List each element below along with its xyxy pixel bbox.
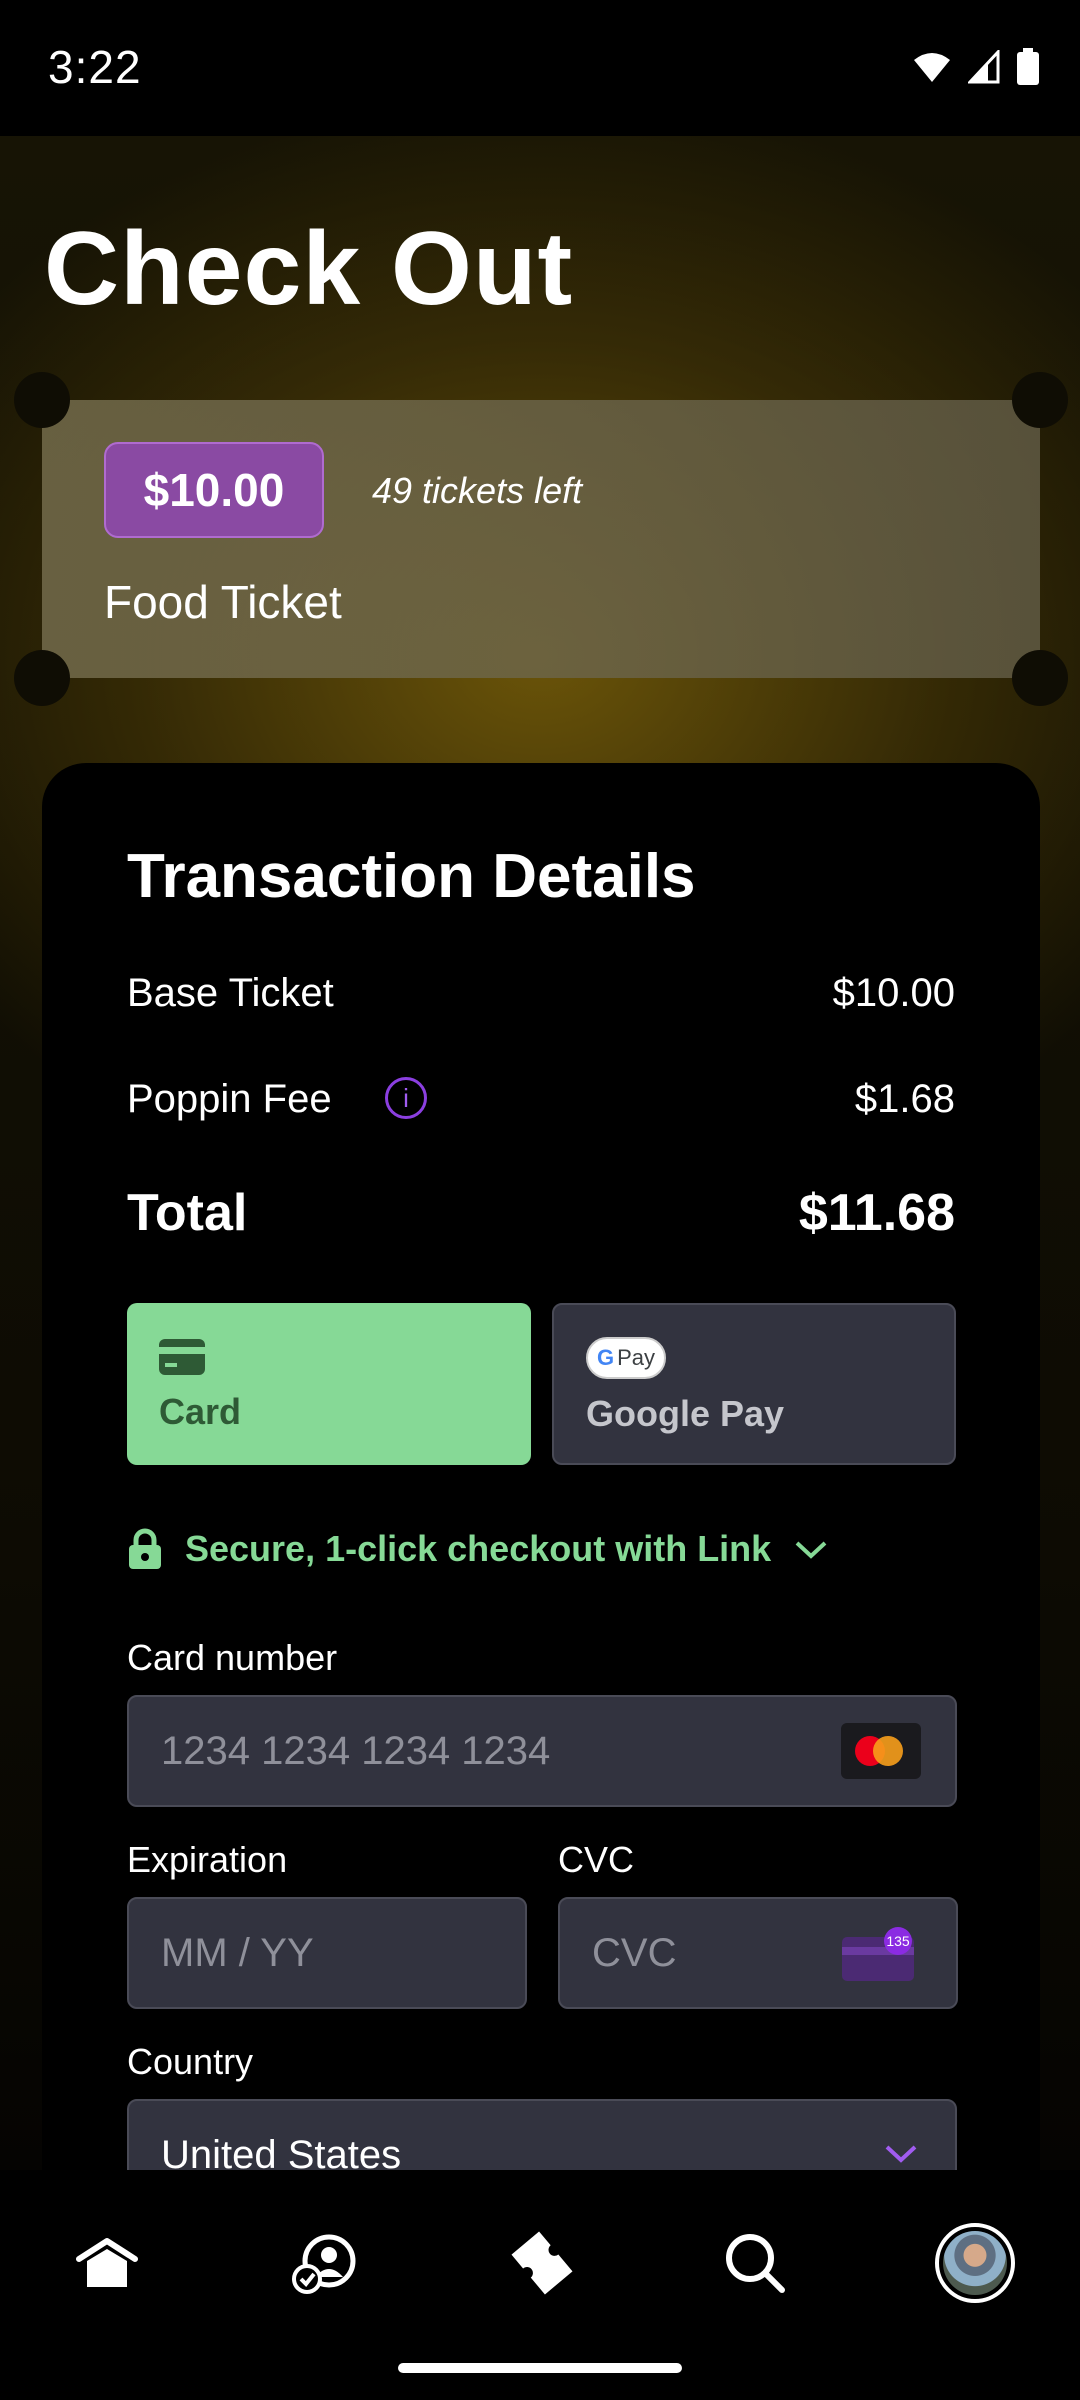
expiration-input[interactable]: MM / YY bbox=[127, 1897, 527, 2009]
avatar bbox=[943, 2231, 1007, 2295]
price-badge: $10.00 bbox=[104, 442, 324, 538]
chevron-down-icon bbox=[795, 1541, 827, 1559]
lock-icon bbox=[129, 1528, 161, 1569]
card-number-placeholder: 1234 1234 1234 1234 bbox=[161, 1729, 551, 1773]
search-icon bbox=[726, 2234, 785, 2293]
nav-home[interactable] bbox=[62, 2218, 152, 2308]
status-time: 3:22 bbox=[48, 41, 142, 93]
mastercard-icon bbox=[841, 1723, 921, 1779]
cvc-placeholder: CVC bbox=[592, 1931, 677, 1975]
google-pay-tab-label: Google Pay bbox=[586, 1393, 785, 1434]
link-checkout-text: Secure, 1-click checkout with Link bbox=[185, 1528, 772, 1569]
ticket-card[interactable]: $10.00 49 tickets left Food Ticket bbox=[14, 372, 1068, 706]
link-checkout-row[interactable]: Secure, 1-click checkout with Link bbox=[127, 1528, 829, 1570]
nav-search[interactable] bbox=[710, 2218, 800, 2308]
status-bar: 3:22 bbox=[0, 0, 1080, 136]
status-icons bbox=[912, 48, 1040, 86]
home-indicator[interactable] bbox=[398, 2363, 682, 2373]
ticket-notch bbox=[1012, 372, 1068, 428]
info-icon[interactable]: i bbox=[385, 1077, 427, 1119]
fee-label: Poppin Fee bbox=[127, 1077, 332, 1121]
total-value: $11.68 bbox=[798, 1184, 955, 1242]
home-icon bbox=[76, 2238, 138, 2287]
payment-tab-google-pay[interactable]: G Pay Google Pay bbox=[552, 1303, 956, 1465]
google-pay-logo: G Pay bbox=[586, 1337, 666, 1379]
gpay-pill-text: Pay bbox=[617, 1345, 656, 1370]
ticket-notch bbox=[14, 372, 70, 428]
tickets-left-text: 49 tickets left bbox=[372, 470, 583, 511]
transaction-title: Transaction Details bbox=[127, 842, 696, 911]
credit-card-icon bbox=[159, 1339, 205, 1375]
base-ticket-label: Base Ticket bbox=[127, 971, 334, 1015]
base-ticket-value: $10.00 bbox=[832, 971, 955, 1015]
battery-icon bbox=[1017, 48, 1039, 85]
community-icon bbox=[292, 2234, 356, 2294]
fee-value: $1.68 bbox=[854, 1077, 955, 1121]
total-label: Total bbox=[127, 1184, 248, 1242]
wifi-icon bbox=[914, 53, 950, 82]
card-number-input[interactable]: 1234 1234 1234 1234 bbox=[127, 1695, 957, 1807]
ticket-notch bbox=[14, 650, 70, 706]
nav-tickets[interactable] bbox=[497, 2218, 587, 2308]
transaction-card: Transaction Details Base Ticket $10.00 P… bbox=[42, 763, 1040, 2283]
avatar-ring bbox=[935, 2223, 1015, 2303]
cvc-input[interactable]: CVC 135 bbox=[558, 1897, 958, 2009]
cvc-card-icon: 135 bbox=[842, 1927, 914, 1981]
cvc-badge-number: 135 bbox=[886, 1933, 910, 1949]
google-g-icon: G bbox=[596, 1345, 615, 1370]
page-title: Check Out bbox=[44, 211, 574, 327]
payment-tab-card[interactable]: Card bbox=[127, 1303, 531, 1465]
nav-community[interactable] bbox=[280, 2218, 370, 2308]
expiration-label: Expiration bbox=[127, 1839, 288, 1880]
signal-icon bbox=[968, 50, 1000, 84]
card-number-label: Card number bbox=[127, 1637, 338, 1678]
ticket-name: Food Ticket bbox=[104, 576, 342, 628]
expiration-placeholder: MM / YY bbox=[161, 1931, 314, 1975]
country-label: Country bbox=[127, 2041, 254, 2082]
chevron-down-icon bbox=[885, 2145, 917, 2163]
ticket-icon bbox=[511, 2231, 573, 2295]
card-tab-label: Card bbox=[159, 1391, 242, 1432]
ticket-notch bbox=[1012, 650, 1068, 706]
cvc-label: CVC bbox=[558, 1839, 635, 1880]
nav-profile[interactable] bbox=[930, 2218, 1020, 2308]
